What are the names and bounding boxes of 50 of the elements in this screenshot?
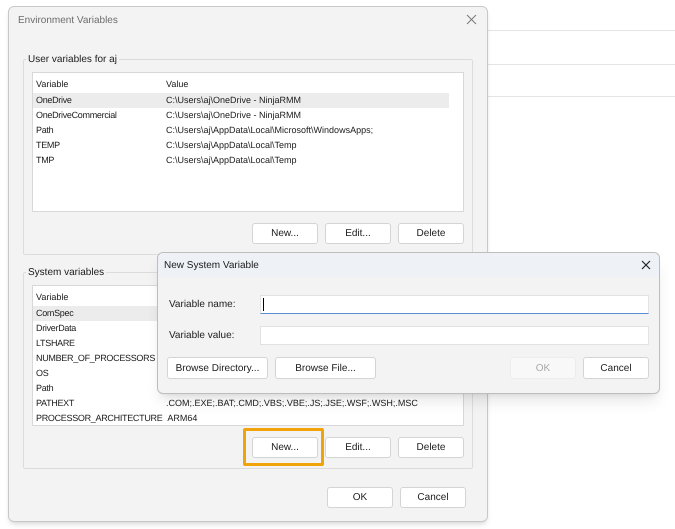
list-row[interactable]: TEMP C:\Users\aj\AppData\Local\Temp [33,138,449,153]
variable-name: PROCESSOR_ARCHITECTURE [35,412,164,425]
button[interactable]: New... [252,223,318,244]
field-label: Variable value: [169,329,236,343]
list-row[interactable]: OneDrive C:\Users\aj\OneDrive - NinjaRMM [33,93,449,108]
button[interactable]: Cancel [400,487,466,508]
variable-name: Path [35,382,54,395]
field-label: Variable name: [169,298,237,312]
close-button[interactable] [639,258,653,272]
button[interactable]: Edit... [325,223,391,244]
text-field[interactable] [260,326,649,345]
button[interactable]: Browse Directory... [167,357,268,379]
list-row[interactable]: Path C:\Users\aj\AppData\Local\Microsoft\WindowsApps; [33,123,449,138]
window-title: Environment Variables [18,14,118,28]
variable-name: LTSHARE [35,336,76,350]
group-label: System variables [27,266,106,280]
column-header: Variable [35,291,70,304]
button[interactable]: Browse File... [275,357,376,379]
group-label: User variables for aj [27,53,118,67]
list-row[interactable]: PROCESSOR_ARCHITECTURE ARM64 [33,411,449,426]
list-row[interactable]: TMP C:\Users\aj\AppData\Local\Temp [33,153,449,168]
variable-value: C:\Users\aj\AppData\Local\Temp [165,138,297,152]
button[interactable]: New... [252,437,318,458]
variable-name: Path [35,124,54,137]
variable-name: OneDrive [35,94,73,107]
close-icon [641,260,651,270]
variable-value: .COM;.EXE;.BAT;.CMD;.VBS;.VBE;.JS;.JSE;.WSF;.WSH;.MSC [165,396,418,410]
button[interactable]: OK [327,487,393,508]
variable-name: PATHEXT [35,396,76,410]
close-icon [466,14,476,25]
text-field[interactable] [260,295,649,314]
list-row[interactable]: OneDriveCommercial C:\Users\aj\OneDrive - NinjaRMM [33,108,449,123]
variable-name: TMP [35,154,56,167]
variable-value: C:\Users\aj\OneDrive - NinjaRMM [165,94,302,107]
variable-name: NUMBER_OF_PROCESSORS [35,352,156,365]
button[interactable]: Edit... [325,437,391,458]
variable-name: TEMP [35,138,61,152]
list-row[interactable]: PATHEXT .COM;.EXE;.BAT;.CMD;.VBS;.VBE;.JS;.JSE;.WSF;.WSH;.MSC [33,396,449,411]
variable-value: ARM64 [166,412,198,425]
button[interactable]: Delete [398,223,464,244]
column-header: Variable [35,78,70,92]
variable-value: C:\Users\aj\AppData\Local\Temp [165,154,297,167]
variable-value: C:\Users\aj\OneDrive - NinjaRMM [165,108,302,122]
column-header: Value [165,78,188,92]
variable-name: ComSpec [35,306,74,320]
variable-value: C:\Users\aj\AppData\Local\Microsoft\WindowsApps; [165,124,374,137]
variable-name: OneDriveCommercial [35,108,118,122]
button[interactable]: Delete [398,437,464,458]
button[interactable]: Cancel [583,357,649,379]
dialog-title: New System Variable [164,258,259,272]
